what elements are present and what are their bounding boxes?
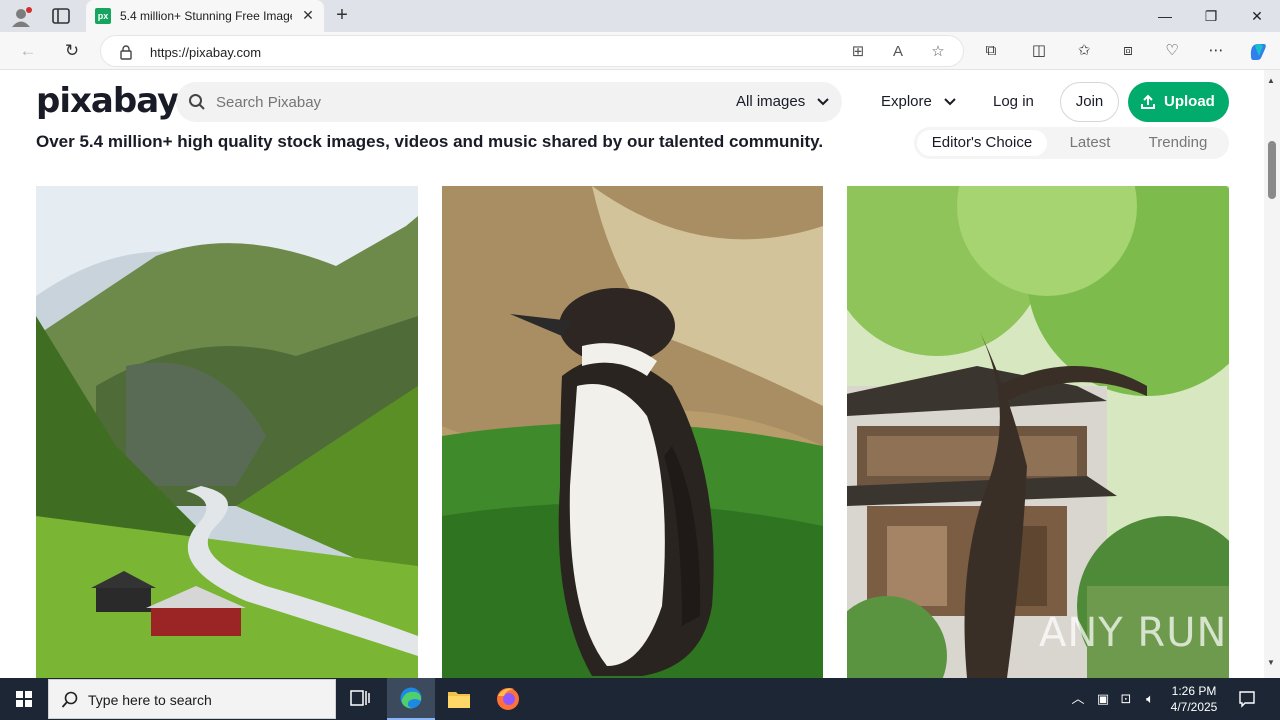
url-text[interactable]: https://pixabay.com (150, 45, 261, 60)
task-view-icon[interactable] (336, 678, 384, 720)
copilot-icon[interactable] (1247, 40, 1269, 62)
read-aloud-icon[interactable]: A (888, 42, 908, 62)
favorites-icon[interactable]: ✩ (1073, 40, 1095, 62)
new-tab-icon[interactable]: + (332, 5, 352, 25)
windows-taskbar: Type here to search ︿ ▣ ⊡ 🔈︎ 1:26 PM 4/7… (0, 678, 1280, 720)
page-tagline: Over 5.4 million+ high quality stock ima… (36, 132, 824, 151)
tab-trending[interactable]: Trending (1134, 130, 1222, 156)
collections-icon[interactable]: ⧈ (1117, 40, 1139, 62)
minimize-icon[interactable]: — (1142, 0, 1188, 32)
close-tab-icon[interactable]: ✕ (300, 7, 316, 23)
sort-segmented-control: Editor's Choice Latest Trending (914, 127, 1229, 159)
refresh-icon[interactable]: ↻ (61, 40, 83, 62)
lock-icon[interactable] (119, 44, 133, 60)
browser-essentials-icon[interactable]: ♡ (1161, 40, 1183, 62)
favorite-star-icon[interactable]: ☆ (928, 42, 948, 62)
landscape-photo[interactable] (36, 186, 418, 678)
tab-title: 5.4 million+ Stunning Free Images to Use… (120, 9, 292, 23)
address-toolbar: ← ↻ https://pixabay.com ⊞ A ☆ ⧉ ◫ ✩ ⧈ ♡ … (0, 32, 1280, 70)
extensions-icon[interactable]: ⧉ (980, 40, 1002, 62)
taskbar-search-box[interactable]: Type here to search (48, 679, 336, 719)
browser-tab-strip: px 5.4 million+ Stunning Free Images to … (0, 0, 1280, 32)
upload-icon (1141, 94, 1155, 109)
upload-label: Upload (1164, 93, 1215, 110)
media-type-dropdown[interactable]: All images (736, 93, 805, 110)
tab-actions-icon[interactable] (50, 6, 72, 26)
meet-now-icon[interactable]: ▣ (1094, 690, 1112, 708)
house-tree-photo-image (847, 186, 1229, 678)
penguin-photo[interactable] (442, 186, 823, 678)
page-viewport: pixabay All images Explore Log in Join U… (0, 70, 1264, 678)
windows-start-icon[interactable] (0, 678, 48, 720)
system-clock[interactable]: 1:26 PM 4/7/2025 (1158, 683, 1230, 715)
profile-icon[interactable] (10, 6, 32, 28)
penguin-photo-image (442, 186, 823, 678)
show-hidden-icons-icon[interactable]: ︿ (1069, 690, 1087, 708)
browser-tab-active[interactable]: px 5.4 million+ Stunning Free Images to … (86, 0, 324, 32)
pixabay-favicon-icon: px (95, 8, 111, 24)
clock-time: 1:26 PM (1171, 684, 1217, 698)
app-available-icon[interactable]: ⊞ (848, 42, 868, 62)
tab-editors-choice[interactable]: Editor's Choice (917, 130, 1047, 156)
chevron-down-icon[interactable] (943, 97, 957, 107)
firefox-icon[interactable] (484, 678, 532, 720)
chevron-down-icon[interactable] (816, 96, 830, 108)
taskbar-search-text: Type here to search (88, 692, 212, 708)
split-screen-icon[interactable]: ◫ (1028, 40, 1050, 62)
anyrun-watermark: ANY RUN (1039, 610, 1228, 656)
back-icon[interactable]: ← (17, 40, 39, 62)
tab-latest[interactable]: Latest (1051, 130, 1129, 156)
network-icon[interactable]: ⊡ (1117, 690, 1135, 708)
search-bar: All images (176, 82, 842, 122)
scroll-down-icon[interactable]: ▼ (1267, 658, 1275, 667)
scroll-up-icon[interactable]: ▲ (1267, 76, 1275, 85)
search-icon (61, 691, 78, 708)
explore-menu[interactable]: Explore (881, 93, 932, 110)
edge-browser-icon[interactable] (387, 678, 435, 720)
clock-date: 4/7/2025 (1170, 700, 1218, 714)
landscape-photo-image (36, 186, 418, 678)
pixabay-logo[interactable]: pixabay (36, 84, 179, 118)
address-bar[interactable]: https://pixabay.com ⊞ A ☆ (100, 35, 964, 67)
volume-icon[interactable]: 🔈︎ (1141, 690, 1159, 708)
scrollbar-thumb[interactable] (1268, 141, 1276, 199)
search-input[interactable] (216, 92, 716, 112)
restore-icon[interactable]: ❐ (1188, 0, 1234, 32)
join-button[interactable]: Join (1060, 82, 1119, 122)
login-link[interactable]: Log in (993, 93, 1034, 110)
file-explorer-icon[interactable] (435, 678, 483, 720)
vertical-scrollbar[interactable]: ▲ ▼ (1264, 70, 1280, 678)
search-icon (189, 94, 205, 110)
upload-button[interactable]: Upload (1128, 82, 1229, 122)
notifications-icon[interactable] (1238, 690, 1256, 708)
settings-more-icon[interactable]: ⋯ (1205, 40, 1227, 62)
house-tree-photo[interactable] (847, 186, 1229, 678)
close-window-icon[interactable]: ✕ (1234, 0, 1280, 32)
